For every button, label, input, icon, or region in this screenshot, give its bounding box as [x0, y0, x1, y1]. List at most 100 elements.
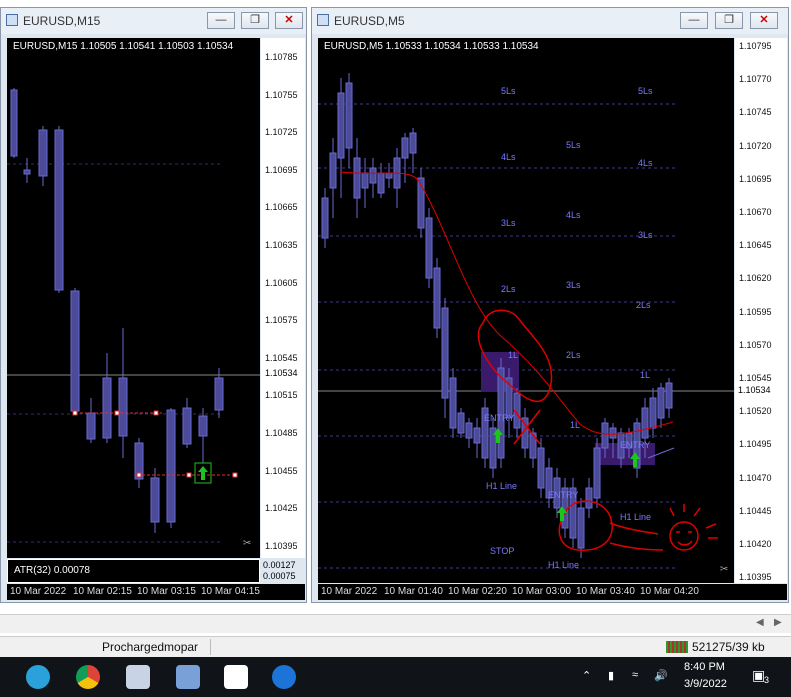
current-price-badge: 1.10534 — [263, 368, 300, 378]
level-label: 1L — [640, 370, 651, 380]
metatrader-icon[interactable] — [176, 665, 200, 689]
paint-icon[interactable] — [126, 665, 150, 689]
price-label: 1.10635 — [265, 240, 298, 250]
candle-body — [473, 427, 481, 444]
time-label: 10 Mar 03:40 — [576, 586, 635, 597]
level-label: 2Ls — [501, 284, 516, 294]
candle-body — [353, 157, 361, 199]
indicator-value-bottom: 0.00075 — [263, 571, 296, 581]
price-chart[interactable]: ✂ EURUSD,M15 1.10505 1.10541 1.10503 1.1… — [7, 38, 260, 558]
minimize-button[interactable]: — — [207, 12, 235, 29]
candle-body — [593, 447, 601, 499]
price-label: 1.10770 — [739, 74, 772, 85]
taskbar: ⌃ ▮ ≈ 🔊 8:40 PM 3/9/2022 ▣ 3 — [0, 657, 791, 697]
price-label: 1.10425 — [265, 503, 298, 514]
candle-body — [321, 197, 329, 239]
indicator-label: ATR(32) 0.00078 — [14, 565, 90, 576]
candle-body — [337, 92, 345, 159]
candle-body — [329, 152, 337, 189]
maximize-button[interactable]: ❐ — [715, 12, 743, 29]
candle-body — [385, 172, 393, 179]
price-label: 1.10725 — [265, 127, 298, 138]
connection-bars-icon — [666, 641, 688, 653]
candle-body — [649, 397, 657, 429]
price-label: 1.10785 — [265, 52, 298, 62]
window-titlebar[interactable]: EURUSD,M5 — ❐ ✕ — [312, 8, 788, 34]
scroll-right-icon[interactable]: ▶ — [774, 617, 782, 628]
price-label: 1.10620 — [739, 273, 772, 284]
candle-body — [345, 82, 353, 149]
entry-label: ENTRY — [548, 490, 579, 500]
close-button[interactable]: ✕ — [275, 12, 303, 29]
price-label: 1.10575 — [265, 315, 298, 326]
price-label: 1.10420 — [739, 539, 772, 549]
clock-time[interactable]: 8:40 PM — [684, 661, 725, 673]
candles-svg: ✂ — [7, 88, 260, 549]
clock-date[interactable]: 3/9/2022 — [684, 678, 727, 690]
chart-header: EURUSD,M5 1.10533 1.10534 1.10533 1.1053… — [324, 41, 539, 52]
level-label: 3Ls — [501, 218, 516, 228]
time-label: 10 Mar 02:15 — [73, 586, 132, 597]
indicator-pane[interactable]: ATR(32) 0.00078 — [7, 559, 260, 583]
entry-label: ENTRY — [484, 413, 515, 423]
price-label: 1.10665 — [265, 202, 298, 213]
price-label: 1.10545 — [739, 373, 772, 383]
window-titlebar[interactable]: EURUSD,M15 — ❐ ✕ — [1, 8, 306, 34]
edge-icon[interactable] — [272, 665, 296, 689]
candle-body — [577, 507, 585, 549]
price-label: 1.10695 — [739, 173, 772, 184]
time-label: 10 Mar 03:15 — [137, 586, 196, 597]
chart-window-eurusd-m15[interactable]: EURUSD,M15 — ❐ ✕ ✂ EURUSD,M15 1.10505 1.… — [0, 7, 307, 603]
minimize-button[interactable]: — — [680, 12, 708, 29]
battery-icon[interactable]: ▮ — [608, 669, 614, 682]
volume-icon[interactable]: 🔊 — [654, 669, 668, 682]
level-label: 2Ls — [636, 300, 651, 310]
h1-line-label: H1 Line — [548, 560, 580, 570]
tab-strip: ◀ ▶ — [0, 614, 791, 633]
traffic-value: 521275/39 kb — [692, 640, 765, 654]
level-label: 3Ls — [638, 230, 653, 240]
time-axis: 10 Mar 2022 10 Mar 02:15 10 Mar 03:15 10… — [7, 584, 305, 600]
price-label: 1.10520 — [739, 406, 772, 417]
candle-body — [369, 167, 377, 184]
time-label: 10 Mar 2022 — [10, 586, 67, 597]
level-label: 5Ls — [566, 140, 581, 150]
level-label: 5Ls — [501, 86, 516, 96]
h1-line-label: H1 Line — [486, 481, 518, 491]
time-label: 10 Mar 01:40 — [384, 586, 443, 597]
price-label: 1.10795 — [739, 41, 772, 51]
candle-body — [665, 382, 673, 409]
price-label: 1.10645 — [739, 240, 772, 251]
scroll-left-icon[interactable]: ◀ — [756, 617, 764, 628]
maximize-button[interactable]: ❐ — [241, 12, 269, 29]
price-chart[interactable]: ✂ EURUSD,M5 1.10533 1.10534 1.10533 1.10… — [318, 38, 734, 583]
level-label: 1L — [508, 350, 519, 360]
price-label: 1.10485 — [265, 428, 298, 438]
tray-chevron-icon[interactable]: ⌃ — [582, 669, 591, 682]
wifi-icon[interactable]: ≈ — [632, 669, 638, 681]
price-label: 1.10495 — [739, 439, 772, 450]
candle-body — [657, 387, 665, 419]
candle-body — [609, 427, 617, 439]
price-label: 1.10515 — [265, 390, 298, 401]
price-label: 1.10455 — [265, 465, 298, 476]
telegram-icon[interactable] — [26, 665, 50, 689]
notes-icon[interactable] — [224, 665, 248, 689]
candle-body — [641, 407, 649, 439]
window-title: EURUSD,M5 — [334, 14, 405, 28]
close-button[interactable]: ✕ — [750, 12, 778, 29]
entry-label: ENTRY — [620, 440, 651, 450]
time-label: 10 Mar 02:20 — [448, 586, 507, 597]
window-title: EURUSD,M15 — [23, 14, 101, 28]
svg-text:✂: ✂ — [720, 564, 728, 575]
price-label: 1.10470 — [739, 472, 772, 483]
chrome-icon[interactable] — [76, 665, 100, 689]
chart-window-eurusd-m5[interactable]: EURUSD,M5 — ❐ ✕ ✂ EURUSD,M5 1.10533 1.10… — [311, 7, 789, 603]
buy-arrow-icon — [198, 466, 208, 480]
h1-line-label: H1 Line — [620, 512, 652, 522]
price-label: 1.10720 — [739, 140, 772, 151]
chart-window-icon — [6, 14, 18, 26]
candle-body — [449, 377, 457, 429]
level-label: 1L — [570, 420, 581, 430]
stop-label: STOP — [490, 546, 515, 556]
